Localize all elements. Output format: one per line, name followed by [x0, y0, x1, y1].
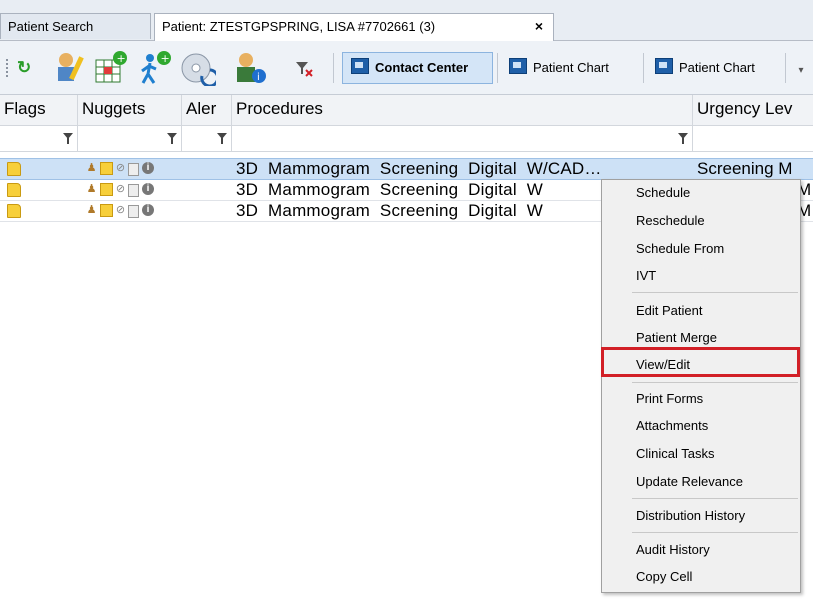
toolbar-separator: [643, 53, 644, 83]
menu-separator: [632, 498, 798, 499]
document-icon: [128, 184, 139, 197]
paperclip-icon: ⊘: [115, 183, 126, 195]
person-icon: ♟: [86, 162, 97, 174]
column-header-urgency[interactable]: Urgency Lev: [693, 95, 813, 125]
flag-icon: [7, 204, 21, 218]
patient-chart-icon: [509, 58, 527, 74]
column-header-procedures[interactable]: Procedures: [232, 95, 693, 125]
menu-item-clinical-tasks[interactable]: Clinical Tasks: [636, 446, 715, 462]
svg-text:+: +: [117, 52, 126, 65]
paperclip-icon: ⊘: [115, 204, 126, 216]
svg-text:+: +: [161, 52, 170, 65]
filter-icon[interactable]: [217, 133, 227, 144]
menu-item-copy-cell[interactable]: Copy Cell: [636, 569, 692, 585]
toolbar: ↻ + + i Contact Center Patient Chart Pat…: [0, 41, 813, 95]
toolbar-overflow-icon[interactable]: ▾: [790, 61, 812, 81]
menu-item-schedule-from[interactable]: Schedule From: [636, 241, 724, 257]
disc-icon[interactable]: [180, 50, 220, 88]
note-icon: [100, 183, 113, 196]
menu-item-edit-patient[interactable]: Edit Patient: [636, 303, 703, 319]
add-grid-icon[interactable]: +: [92, 50, 128, 86]
menu-item-reschedule[interactable]: Reschedule: [636, 213, 705, 229]
patient-chart-label: Patient Chart: [679, 60, 755, 75]
toolbar-grip[interactable]: [6, 59, 10, 77]
nuggets-cell: ♟ ⊘ i: [85, 204, 175, 218]
info-icon: i: [142, 183, 154, 195]
person-icon: ♟: [86, 183, 97, 195]
clear-filter-icon[interactable]: [294, 59, 314, 79]
menu-separator: [632, 532, 798, 533]
tab-label: Patient Search: [8, 19, 94, 34]
paperclip-icon: ⊘: [115, 162, 126, 174]
grid-header: Flags Nuggets Aler Procedures Urgency Le…: [0, 95, 813, 126]
note-icon: [100, 162, 113, 175]
patient-chart-button[interactable]: Patient Chart: [500, 52, 641, 84]
menu-item-patient-merge[interactable]: Patient Merge: [636, 330, 717, 346]
column-header-flags[interactable]: Flags: [0, 95, 78, 125]
user-info-icon[interactable]: i: [232, 50, 268, 86]
refresh-icon[interactable]: ↻: [17, 59, 35, 77]
filter-cell: [78, 126, 182, 151]
procedure-cell: 3D Mammogram Screening Digital W: [236, 180, 543, 199]
filter-row: [0, 126, 813, 152]
menu-item-audit-history[interactable]: Audit History: [636, 542, 710, 558]
filter-icon[interactable]: [167, 133, 177, 144]
menu-item-update-relevance[interactable]: Update Relevance: [636, 474, 743, 490]
patient-chart-button-2[interactable]: Patient Chart: [646, 52, 782, 84]
highlight-box: [601, 347, 800, 377]
tab-patient-record[interactable]: Patient: ZTESTGPSPRING, LISA #7702661 (3…: [154, 13, 554, 41]
toolbar-separator: [497, 53, 498, 83]
filter-cell: [0, 126, 78, 151]
filter-cell: [232, 126, 693, 151]
person-icon: ♟: [86, 204, 97, 216]
menu-separator: [632, 292, 798, 293]
table-row[interactable]: ♟ ⊘ i 3D Mammogram Screening Digital W/CAD…: [0, 158, 813, 180]
menu-separator: [632, 382, 798, 383]
toolbar-separator: [333, 53, 334, 83]
contact-center-label: Contact Center: [375, 60, 469, 75]
filter-icon[interactable]: [63, 133, 73, 144]
context-menu: Schedule Reschedule Schedule From IVT Ed…: [601, 179, 801, 593]
flag-icon: [7, 183, 21, 197]
info-icon: i: [142, 162, 154, 174]
flag-icon: [7, 162, 21, 176]
column-header-nuggets[interactable]: Nuggets: [78, 95, 182, 125]
urgency-cell: Screening M: [697, 159, 793, 178]
filter-icon[interactable]: [678, 133, 688, 144]
menu-item-attachments[interactable]: Attachments: [636, 418, 708, 434]
column-header-alerts[interactable]: Aler: [182, 95, 232, 125]
tab-strip: Patient Search Patient: ZTESTGPSPRING, L…: [0, 0, 813, 41]
close-icon[interactable]: ×: [535, 18, 543, 34]
tab-patient-search[interactable]: Patient Search: [0, 13, 151, 39]
document-icon: [128, 205, 139, 218]
nuggets-cell: ♟ ⊘ i: [85, 183, 175, 197]
svg-text:i: i: [257, 72, 260, 83]
menu-item-print-forms[interactable]: Print Forms: [636, 391, 703, 407]
filter-cell: [182, 126, 232, 151]
patient-chart-icon: [655, 58, 673, 74]
patient-chart-label: Patient Chart: [533, 60, 609, 75]
tab-label: Patient: ZTESTGPSPRING, LISA #7702661 (3…: [162, 19, 436, 34]
nuggets-cell: ♟ ⊘ i: [85, 162, 175, 176]
contact-center-button[interactable]: Contact Center: [342, 52, 493, 84]
toolbar-separator: [785, 53, 786, 83]
edit-document-icon[interactable]: [52, 50, 88, 86]
note-icon: [100, 204, 113, 217]
menu-item-schedule[interactable]: Schedule: [636, 185, 690, 201]
procedure-cell: 3D Mammogram Screening Digital W: [236, 201, 543, 220]
info-icon: i: [142, 204, 154, 216]
document-icon: [128, 163, 139, 176]
menu-item-distribution-history[interactable]: Distribution History: [636, 508, 745, 524]
filter-cell: [693, 126, 813, 151]
walk-in-icon[interactable]: +: [136, 50, 172, 86]
menu-item-ivt[interactable]: IVT: [636, 268, 656, 284]
contact-center-icon: [351, 58, 369, 74]
procedure-cell: 3D Mammogram Screening Digital W/CAD…: [236, 159, 602, 178]
